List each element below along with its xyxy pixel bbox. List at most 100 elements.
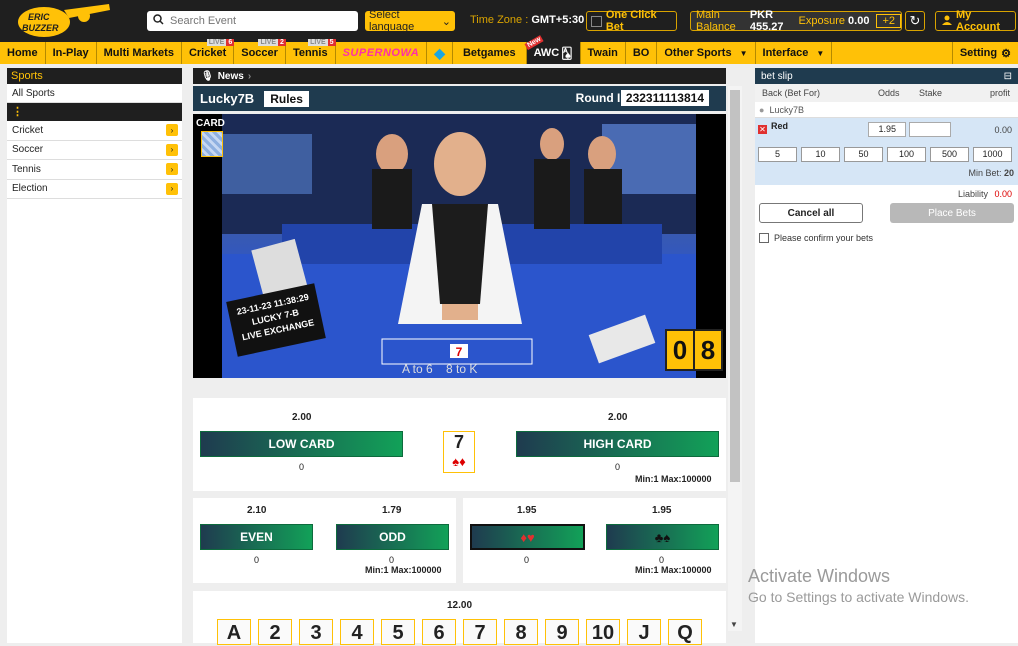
sidebar-all-sports[interactable]: All Sports xyxy=(7,84,182,103)
stake-chip[interactable]: 50 xyxy=(844,147,883,162)
supernowa-logo: SUPERNOWA xyxy=(342,47,420,59)
confirm-checkbox[interactable] xyxy=(759,233,769,243)
rank-card[interactable]: A xyxy=(217,619,251,645)
one-click-checkbox[interactable] xyxy=(591,15,602,27)
col-odds: Odds xyxy=(878,88,900,98)
odd-position: 0 xyxy=(389,555,395,565)
nav-inplay[interactable]: In-Play xyxy=(46,42,97,64)
language-select[interactable]: Select language ⌄ xyxy=(365,9,455,33)
nav-twain[interactable]: Twain xyxy=(581,42,626,64)
sidebar-item-cricket[interactable]: Cricket › xyxy=(7,121,182,141)
main-balance-label: Main Balance xyxy=(696,9,736,33)
even-odd-limits: Min:1 Max:100000 xyxy=(365,565,442,575)
red-black-limits: Min:1 Max:100000 xyxy=(635,565,712,575)
logo-text-eric: ERIC xyxy=(28,12,50,22)
liability: Liability 0.00 xyxy=(755,185,1018,203)
low-card-button[interactable]: LOW CARD xyxy=(200,431,403,457)
cancel-all-button[interactable]: Cancel all xyxy=(759,203,863,223)
confirm-bets[interactable]: Please confirm your bets xyxy=(755,223,1018,243)
nav-tennis[interactable]: LIVE 5 Tennis xyxy=(286,39,336,64)
bet-stake-input[interactable] xyxy=(909,122,951,137)
sports-sidebar: Sports All Sports ⋮ Cricket › Soccer › Ten… xyxy=(7,68,182,643)
timezone-label: Time Zone : xyxy=(470,14,529,26)
nav-betgames[interactable]: Betgames xyxy=(453,42,527,64)
place-bets-button[interactable]: Place Bets xyxy=(890,203,1014,223)
odd-button[interactable]: ODD xyxy=(336,524,449,550)
exposure-plus-badge[interactable]: +2 xyxy=(876,14,901,28)
stake-chip[interactable]: 5 xyxy=(758,147,797,162)
seven-card: 7 ♠♦ xyxy=(443,431,475,473)
svg-text:7: 7 xyxy=(456,345,463,359)
bet-odds-input[interactable]: 1.95 xyxy=(868,122,906,137)
remove-bet-icon[interactable]: ✕ xyxy=(758,125,767,134)
search-box[interactable] xyxy=(147,11,358,31)
balance-box[interactable]: Main Balance PKR 455.27 Exposure 0.00 +2 xyxy=(690,9,902,33)
sidebar-item-label: Election xyxy=(12,183,48,195)
my-account-button[interactable]: My Account xyxy=(935,9,1016,33)
nav-interface[interactable]: Interface ▼ xyxy=(756,42,833,64)
stake-chip[interactable]: 1000 xyxy=(973,147,1012,162)
nav-interface-label: Interface xyxy=(762,47,809,59)
stake-chip[interactable]: 100 xyxy=(887,147,926,162)
round-id-value: 232311113814 xyxy=(620,90,709,106)
soccer-count: 2 xyxy=(278,39,286,46)
red-button[interactable]: ♦♥ xyxy=(470,524,585,550)
sidebar-item-tennis[interactable]: Tennis › xyxy=(7,160,182,180)
rank-card[interactable]: 2 xyxy=(258,619,292,645)
nav-diamond[interactable]: ◆ xyxy=(427,42,453,64)
stake-chip[interactable]: 500 xyxy=(930,147,969,162)
rank-card[interactable]: 5 xyxy=(381,619,415,645)
rank-card[interactable]: 8 xyxy=(504,619,538,645)
one-click-bet-toggle[interactable]: One Click Bet xyxy=(586,9,677,33)
nav-multi-markets[interactable]: Multi Markets xyxy=(97,42,182,64)
rank-card[interactable]: 3 xyxy=(299,619,333,645)
bet-market-name: Lucky7B xyxy=(769,104,804,115)
nav-betgames-label: Betgames xyxy=(462,47,516,59)
rank-card[interactable]: 6 xyxy=(422,619,456,645)
chevron-right-icon: › xyxy=(166,124,178,137)
nav-setting[interactable]: Setting ⚙ xyxy=(951,42,1018,64)
sidebar-item-election[interactable]: Election › xyxy=(7,180,182,199)
bullet-icon: ● xyxy=(759,104,765,115)
sidebar-item-soccer[interactable]: Soccer › xyxy=(7,141,182,160)
sidebar-menu-dots[interactable]: ⋮ xyxy=(7,103,182,121)
news-bar[interactable]: 🎙 News › xyxy=(193,68,726,84)
nav-bo[interactable]: BO xyxy=(626,42,658,64)
rank-card[interactable]: 9 xyxy=(545,619,579,645)
nav-other-sports[interactable]: Other Sports ▼ xyxy=(657,42,756,64)
gear-icon: ⚙ xyxy=(1001,47,1011,60)
nav-bo-label: BO xyxy=(632,47,650,59)
col-profit: profit xyxy=(989,88,1010,98)
main-balance-value: PKR 455.27 xyxy=(749,9,784,33)
rules-button[interactable]: Rules xyxy=(264,90,309,107)
language-label: Select language xyxy=(369,9,415,33)
search-input[interactable] xyxy=(170,15,350,27)
rank-card[interactable]: Q xyxy=(668,619,702,645)
nav-supernowa[interactable]: SUPERNOWA xyxy=(336,42,428,64)
minimize-icon[interactable]: ⊟ xyxy=(1004,71,1012,82)
nav-home[interactable]: Home xyxy=(0,42,46,64)
nav-cricket[interactable]: LIVE 6 Cricket xyxy=(182,39,235,64)
col-back: Back (Bet For) xyxy=(762,88,821,98)
table-text: A to 6 8 to K xyxy=(402,362,478,376)
market-low-high: 2.00 LOW CARD 0 7 ♠♦ 2.00 HIGH CARD 0 Mi… xyxy=(193,396,726,491)
black-button[interactable]: ♣♠ xyxy=(606,524,719,550)
refresh-icon[interactable]: ↻ xyxy=(905,11,925,31)
nav-soccer[interactable]: LIVE 2 Soccer xyxy=(234,39,286,64)
rank-card[interactable]: 4 xyxy=(340,619,374,645)
high-card-button[interactable]: HIGH CARD xyxy=(516,431,719,457)
nav-soccer-label: Soccer xyxy=(241,47,278,59)
stake-chip[interactable]: 10 xyxy=(801,147,840,162)
rank-card[interactable]: 10 xyxy=(586,619,620,645)
scrollbar-thumb[interactable] xyxy=(730,90,740,482)
scroll-down-icon[interactable]: ▼ xyxy=(730,620,738,629)
rank-card[interactable]: 7 xyxy=(463,619,497,645)
rank-card[interactable]: J xyxy=(627,619,661,645)
even-button[interactable]: EVEN xyxy=(200,524,313,550)
center-scrollbar[interactable]: ▼ xyxy=(728,86,742,631)
seven-card-suits: ♠♦ xyxy=(452,454,466,469)
nav-awc[interactable]: New AWC 🂡 xyxy=(524,34,581,64)
logo[interactable]: ERIC BUZZER xyxy=(14,2,114,40)
card-label: CARD xyxy=(196,118,225,129)
chevron-right-icon: › xyxy=(166,182,178,195)
